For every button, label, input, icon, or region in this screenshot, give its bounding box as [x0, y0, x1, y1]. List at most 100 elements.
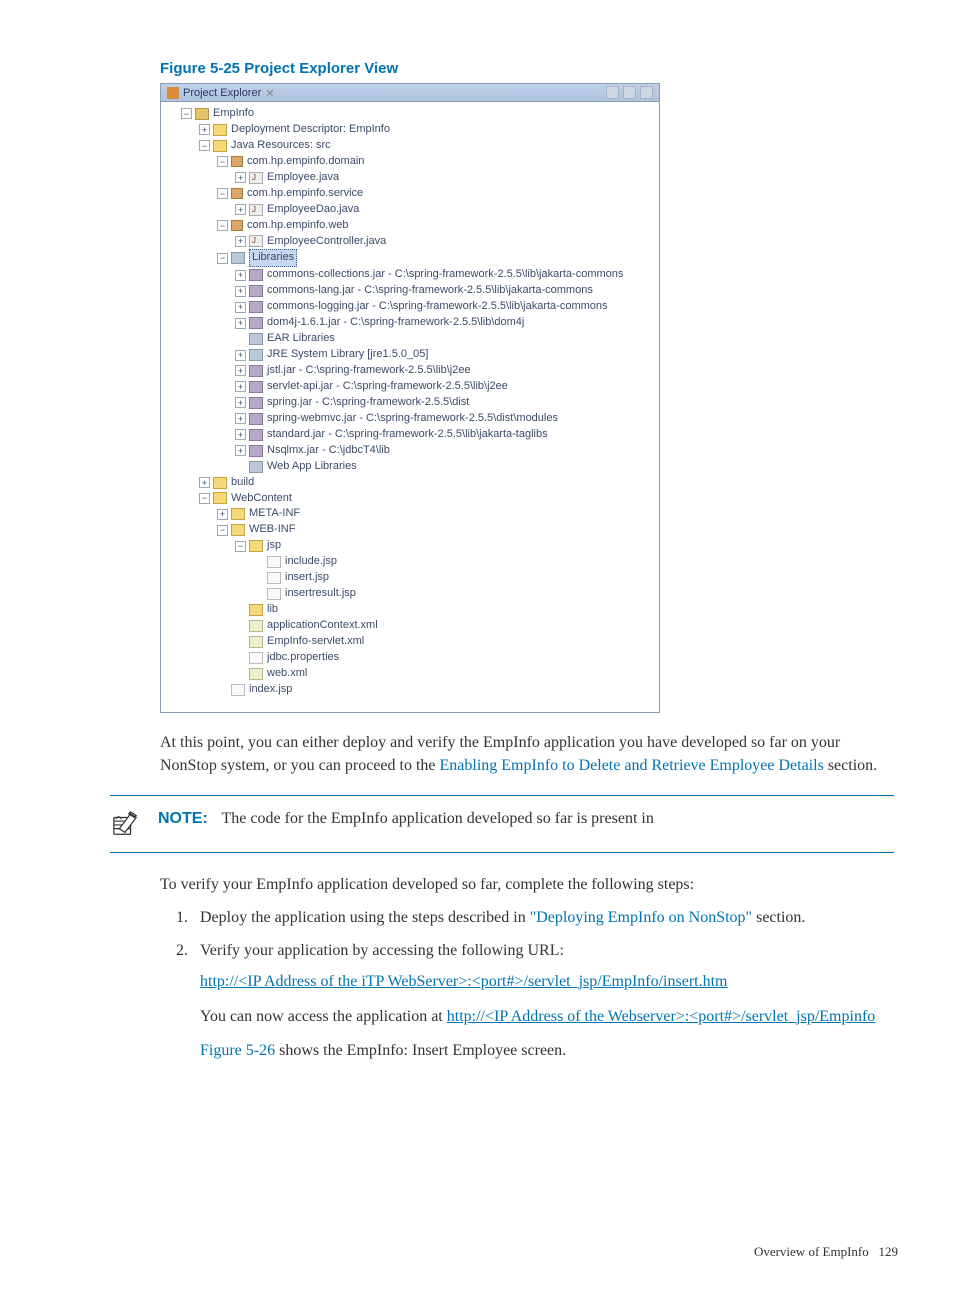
expander-icon[interactable]: + — [235, 270, 246, 281]
tree-node[interactable]: +commons-lang.jar - C:\spring-framework-… — [163, 283, 657, 299]
tree-node[interactable]: EmpInfo-servlet.xml — [163, 634, 657, 650]
link-figure-5-26[interactable]: Figure 5-26 — [200, 1042, 275, 1059]
expander-icon[interactable]: + — [235, 350, 246, 361]
tree-node[interactable]: − com.hp.empinfo.domain — [163, 154, 657, 170]
tree-node[interactable]: −com.hp.empinfo.web — [163, 218, 657, 234]
node-label: JRE System Library [jre1.5.0_05] — [267, 347, 428, 363]
tree-node[interactable]: EAR Libraries — [163, 331, 657, 347]
link-url-empinfo[interactable]: http://<IP Address of the Webserver>:<po… — [447, 1008, 876, 1025]
link-icon[interactable] — [623, 86, 636, 99]
menu-icon[interactable] — [640, 86, 653, 99]
tree-root[interactable]: −EmpInfo — [163, 106, 657, 122]
expander-icon[interactable]: + — [217, 509, 228, 520]
tree-node[interactable]: −com.hp.empinfo.service — [163, 186, 657, 202]
project-explorer-window: Project Explorer ✕ −EmpInfo +Deployment … — [160, 83, 660, 713]
tree-node[interactable]: +dom4j-1.6.1.jar - C:\spring-framework-2… — [163, 315, 657, 331]
tree-node[interactable]: −WebContent — [163, 491, 657, 507]
tree-node[interactable]: −WEB-INF — [163, 522, 657, 538]
tree-node[interactable]: −Java Resources: src — [163, 138, 657, 154]
expander-icon[interactable]: + — [235, 172, 246, 183]
tree-node[interactable]: + spring-webmvc.jar - C:\spring-framework… — [163, 411, 657, 427]
expander-icon[interactable]: − — [217, 253, 228, 264]
tree-node[interactable]: insert.jsp — [163, 570, 657, 586]
link-enabling-empinfo[interactable]: Enabling EmpInfo to Delete and Retrieve … — [440, 757, 824, 774]
tree-node[interactable]: + JRE System Library [jre1.5.0_05] — [163, 347, 657, 363]
tree-node[interactable]: −jsp — [163, 538, 657, 554]
tree-node[interactable]: +Deployment Descriptor: EmpInfo — [163, 122, 657, 138]
note-label: NOTE: — [158, 810, 208, 827]
tree-node[interactable]: −Libraries — [163, 249, 657, 267]
node-label: servlet-api.jar - C:\spring-framework-2.… — [267, 379, 508, 395]
tree-node[interactable]: + EmployeeDao.java — [163, 202, 657, 218]
expander-icon[interactable]: + — [235, 445, 246, 456]
expander-icon[interactable]: + — [235, 302, 246, 313]
jar-icon — [249, 381, 263, 393]
text: section. — [752, 909, 805, 926]
text: Deploy the application using the steps d… — [200, 909, 530, 926]
collapse-icon[interactable] — [606, 86, 619, 99]
expander-icon[interactable]: + — [235, 413, 246, 424]
expander-icon[interactable]: + — [199, 477, 210, 488]
node-label: spring-webmvc.jar - C:\spring-framework-… — [267, 411, 558, 427]
node-label: EmployeeDao.java — [267, 202, 359, 218]
note-block: NOTE: The code for the EmpInfo applicati… — [110, 795, 894, 853]
tree-node[interactable]: +EmployeeController.java — [163, 234, 657, 250]
expander-icon[interactable]: − — [199, 493, 210, 504]
expander-icon[interactable]: + — [199, 124, 210, 135]
tree-node[interactable]: + Employee.java — [163, 170, 657, 186]
tree-node[interactable]: +jstl.jar - C:\spring-framework-2.5.5\li… — [163, 363, 657, 379]
tree-node[interactable]: +META-INF — [163, 506, 657, 522]
library-icon — [249, 461, 263, 473]
expander-icon[interactable]: + — [235, 286, 246, 297]
expander-icon[interactable]: + — [235, 236, 246, 247]
tree-node[interactable]: +Nsqlmx.jar - C:\jdbcT4\lib — [163, 443, 657, 459]
jar-icon — [249, 413, 263, 425]
tree-node[interactable]: +commons-collections.jar - C:\spring-fra… — [163, 267, 657, 283]
node-label: Employee.java — [267, 170, 339, 186]
tree-node[interactable]: applicationContext.xml — [163, 618, 657, 634]
node-label: EAR Libraries — [267, 331, 335, 347]
expander-icon[interactable]: + — [235, 318, 246, 329]
tree-node[interactable]: lib — [163, 602, 657, 618]
tree-node[interactable]: insertresult.jsp — [163, 586, 657, 602]
steps-list: Deploy the application using the steps d… — [192, 906, 894, 1064]
tree-node[interactable]: +standard.jar - C:\spring-framework-2.5.… — [163, 427, 657, 443]
expander-icon[interactable]: − — [199, 140, 210, 151]
descriptor-icon — [213, 124, 227, 136]
expander-icon[interactable]: + — [235, 381, 246, 392]
link-url-insert[interactable]: http://<IP Address of the iTP WebServer>… — [200, 973, 727, 990]
tree-view[interactable]: −EmpInfo +Deployment Descriptor: EmpInfo… — [161, 102, 659, 712]
tree-node[interactable]: + servlet-api.jar - C:\spring-framework-2… — [163, 379, 657, 395]
footer-text: Overview of EmpInfo — [754, 1244, 869, 1259]
expander-icon[interactable]: − — [217, 220, 228, 231]
explorer-header: Project Explorer ✕ — [161, 84, 659, 102]
tree-node[interactable]: include.jsp — [163, 554, 657, 570]
file-icon — [231, 684, 245, 696]
link-deploying-empinfo[interactable]: "Deploying EmpInfo on NonStop" — [530, 909, 752, 926]
tree-node[interactable]: web.xml — [163, 666, 657, 682]
xml-icon — [249, 668, 263, 680]
tree-node[interactable]: +commons-logging.jar - C:\spring-framewo… — [163, 299, 657, 315]
file-icon — [267, 556, 281, 568]
tree-node[interactable]: +spring.jar - C:\spring-framework-2.5.5\… — [163, 395, 657, 411]
jar-icon — [249, 365, 263, 377]
step-1: Deploy the application using the steps d… — [192, 906, 894, 931]
expander-icon[interactable]: − — [217, 525, 228, 536]
node-label: com.hp.empinfo.domain — [247, 154, 364, 170]
file-icon — [249, 652, 263, 664]
expander-icon[interactable]: − — [181, 108, 192, 119]
expander-icon[interactable]: − — [217, 156, 228, 167]
paragraph: To verify your EmpInfo application devel… — [160, 873, 894, 896]
expander-icon[interactable]: + — [235, 397, 246, 408]
expander-icon[interactable]: − — [235, 541, 246, 552]
tree-node[interactable]: index.jsp — [163, 682, 657, 698]
expander-icon[interactable]: + — [235, 365, 246, 376]
expander-icon[interactable]: + — [235, 429, 246, 440]
tree-node[interactable]: jdbc.properties — [163, 650, 657, 666]
tree-node[interactable]: +build — [163, 475, 657, 491]
expander-icon[interactable]: + — [235, 204, 246, 215]
expander-icon[interactable]: − — [217, 188, 228, 199]
tree-node[interactable]: Web App Libraries — [163, 459, 657, 475]
close-icon[interactable]: ✕ — [265, 87, 277, 99]
node-label: insert.jsp — [285, 570, 329, 586]
